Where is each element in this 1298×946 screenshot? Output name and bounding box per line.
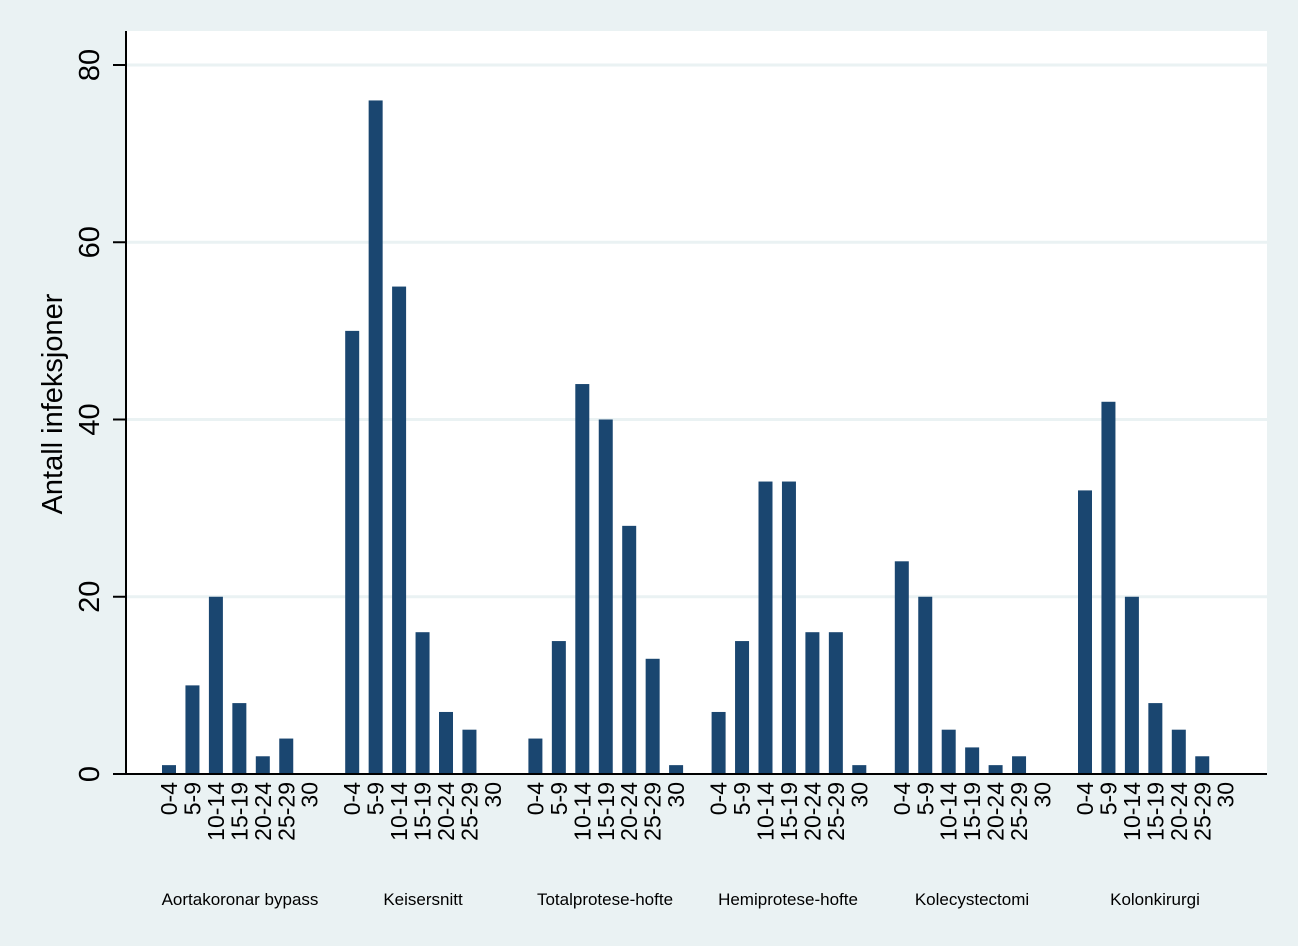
x-category-label: 5-9 <box>546 782 572 815</box>
y-tick-label: 20 <box>74 581 106 613</box>
bar <box>781 481 796 774</box>
bar <box>162 765 176 774</box>
y-axis-ticks: 0 20 40 60 80 <box>74 49 126 782</box>
bar <box>1171 729 1186 774</box>
x-category-label: 0-4 <box>339 782 365 815</box>
x-category-label: 5-9 <box>1095 782 1121 815</box>
y-tick-label: 40 <box>74 403 106 435</box>
bar <box>735 641 750 774</box>
x-category-label: 15-19 <box>776 782 802 841</box>
bar <box>805 632 820 774</box>
x-category-label: 0-4 <box>706 782 732 815</box>
x-category-label: 15-19 <box>1142 782 1168 841</box>
bar <box>1195 756 1210 774</box>
bar <box>232 703 247 774</box>
x-category-label: 10-14 <box>753 782 779 841</box>
x-category-label: 10-14 <box>386 782 412 841</box>
x-category-label: 30 <box>1213 782 1239 808</box>
plot-area <box>126 31 1267 774</box>
bar <box>415 632 430 774</box>
x-category-label: 5-9 <box>363 782 389 815</box>
x-group-label: Keisersnitt <box>383 890 463 909</box>
bar <box>622 525 637 774</box>
x-category-label: 10-14 <box>1119 782 1145 841</box>
bar <box>711 711 726 774</box>
bar <box>988 765 1003 774</box>
x-category-label: 20-24 <box>250 782 276 841</box>
x-category-label: 30 <box>663 782 689 808</box>
x-category-label: 15-19 <box>226 782 252 841</box>
y-tick-label: 0 <box>74 766 106 782</box>
y-tick-label: 80 <box>74 49 106 81</box>
x-category-label: 20-24 <box>983 782 1009 841</box>
x-category-label: 15-19 <box>410 782 436 841</box>
x-group-label: Kolecystectomi <box>915 890 1029 909</box>
bar <box>598 419 613 774</box>
x-category-label: 30 <box>480 782 506 808</box>
x-category-label: 0-4 <box>156 782 182 815</box>
x-category-label: 20-24 <box>799 782 825 841</box>
bar <box>1148 703 1163 774</box>
x-category-label: 30 <box>297 782 323 808</box>
bar <box>185 685 200 774</box>
bar <box>392 286 407 774</box>
bar <box>345 330 360 774</box>
bar <box>551 641 566 774</box>
x-group-label: Kolonkirurgi <box>1110 890 1200 909</box>
bar <box>941 729 956 774</box>
x-axis-category-labels: 0-45-910-1415-1920-2425-2930 0-45-910-141… <box>156 782 1239 841</box>
x-category-label: 25-29 <box>1006 782 1032 841</box>
bar <box>1078 490 1092 774</box>
x-category-label: 25-29 <box>640 782 666 841</box>
x-category-label: 0-4 <box>889 782 915 815</box>
bar-chart-svg: 020406080 0-45-910-1415-1920-2425-2930 0-… <box>37 31 1267 909</box>
x-category-label: 20-24 <box>433 782 459 841</box>
x-category-label: 5-9 <box>912 782 938 815</box>
bar <box>528 738 543 774</box>
x-category-label: 0-4 <box>522 782 548 815</box>
x-category-label: 5-9 <box>179 782 205 815</box>
bar <box>1124 596 1139 774</box>
bar <box>279 738 294 774</box>
bar <box>894 561 909 774</box>
bar <box>368 100 383 774</box>
x-category-label: 25-29 <box>1189 782 1215 841</box>
x-category-label: 25-29 <box>273 782 299 841</box>
bar <box>758 481 773 774</box>
bar <box>1101 401 1116 774</box>
bar <box>669 765 684 774</box>
x-category-label: 20-24 <box>1166 782 1192 841</box>
x-category-label: 15-19 <box>959 782 985 841</box>
y-axis-label: Antall infeksjoner <box>37 293 69 514</box>
x-category-label: 5-9 <box>729 782 755 815</box>
bar <box>462 729 477 774</box>
x-category-label: 25-29 <box>823 782 849 841</box>
x-category-label: 30 <box>846 782 872 808</box>
x-axis-group-labels: Aortakoronar bypass Keisersnitt Totalprote… <box>162 890 1200 909</box>
bar <box>645 658 660 774</box>
bar <box>255 756 270 774</box>
x-group-label: Hemiprotese-hofte <box>718 890 858 909</box>
x-category-label: 30 <box>1030 782 1056 808</box>
bar <box>208 596 223 774</box>
x-category-label: 15-19 <box>593 782 619 841</box>
bar <box>828 632 843 774</box>
x-category-label: 10-14 <box>936 782 962 841</box>
bar <box>1012 756 1027 774</box>
bar <box>852 765 867 774</box>
x-group-label: Totalprotese-hofte <box>537 890 673 909</box>
bar <box>965 747 980 774</box>
y-tick-label: 60 <box>74 226 106 258</box>
x-category-label: 25-29 <box>456 782 482 841</box>
x-group-label: Aortakoronar bypass <box>162 890 319 909</box>
bar <box>439 711 453 774</box>
x-category-label: 10-14 <box>203 782 229 841</box>
x-category-label: 20-24 <box>616 782 642 841</box>
chart: 0 20 40 60 80 0-4 5-9 10-14 15-19 20-24 25-29 30 0-… <box>0 0 1298 946</box>
bar <box>918 596 933 774</box>
bar <box>575 384 590 774</box>
x-category-label: 10-14 <box>569 782 595 841</box>
x-category-label: 0-4 <box>1072 782 1098 815</box>
